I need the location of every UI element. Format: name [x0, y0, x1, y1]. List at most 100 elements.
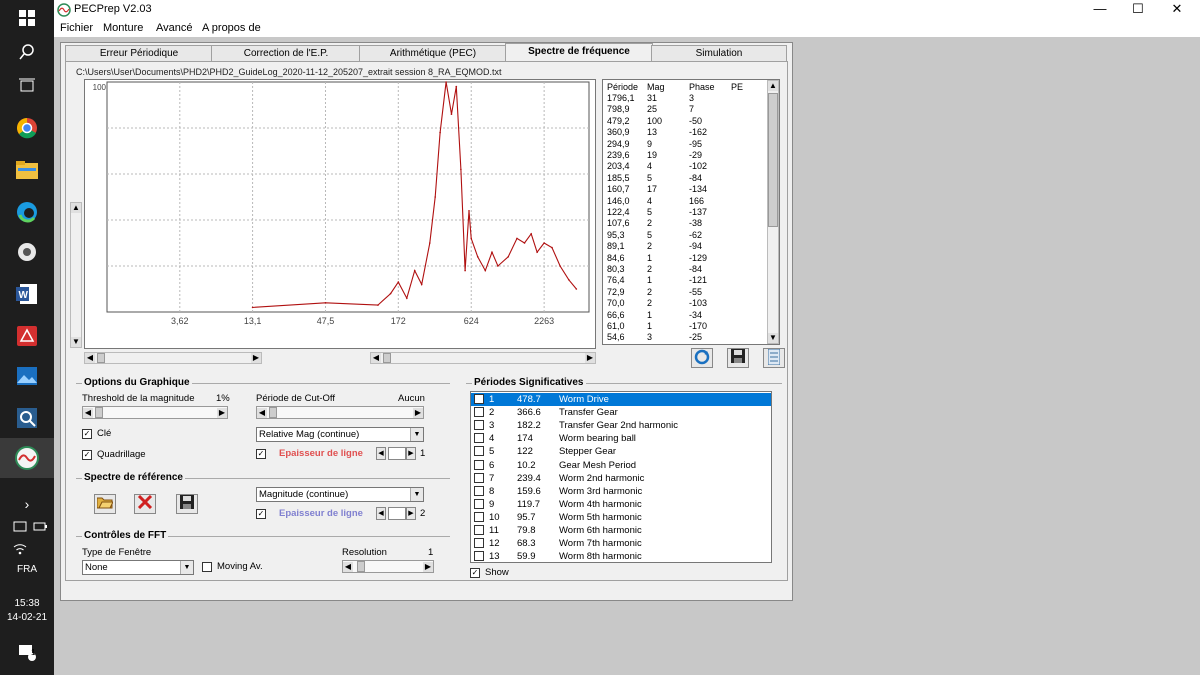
menu-a-propos[interactable]: A propos de	[202, 22, 261, 34]
moving-av-checkbox[interactable]	[202, 562, 212, 572]
word-icon[interactable]: W	[13, 280, 41, 308]
table-row[interactable]: 294,9 9 -95	[603, 139, 768, 151]
refresh-button[interactable]	[691, 348, 713, 368]
epaisseur-spin-thumb[interactable]	[388, 447, 406, 460]
threshold-slider[interactable]: ◀ ▶	[82, 406, 228, 419]
acrobat-icon[interactable]	[13, 322, 41, 350]
period-row[interactable]: 2 366.6 Transfer Gear	[471, 406, 771, 419]
table-row[interactable]: 360,9 13 -162	[603, 127, 768, 139]
period-checkbox[interactable]	[474, 538, 484, 549]
wifi-icon[interactable]	[6, 534, 34, 562]
scroll-right-icon[interactable]: ▶	[251, 353, 261, 363]
period-checkbox[interactable]	[474, 433, 484, 444]
search-icon[interactable]	[13, 38, 41, 66]
period-checkbox[interactable]	[474, 511, 484, 522]
period-row[interactable]: 5 122 Stepper Gear	[471, 445, 771, 458]
period-row[interactable]: 12 68.3 Worm 7th harmonic	[471, 537, 771, 550]
maximize-button[interactable]: ☐	[1118, 0, 1158, 20]
window-type-combo[interactable]: None ▼	[82, 560, 194, 575]
slider-thumb[interactable]	[95, 407, 103, 418]
scroll-up-icon[interactable]: ▲	[768, 81, 778, 91]
slider-thumb[interactable]	[357, 561, 365, 572]
chrome-icon[interactable]	[13, 114, 41, 142]
table-row[interactable]: 479,2 100 -50	[603, 116, 768, 128]
menu-avance[interactable]: Avancé	[156, 22, 193, 34]
epaisseur-checkbox[interactable]: ✓	[256, 449, 266, 459]
period-row[interactable]: 9 119.7 Worm 4th harmonic	[471, 498, 771, 511]
clock-time[interactable]: 15:38	[0, 598, 54, 609]
magnitude-combo[interactable]: Relative Mag (continue) ▼	[256, 427, 424, 442]
scroll-right-icon[interactable]: ▶	[423, 562, 433, 572]
notes-button[interactable]	[763, 348, 785, 368]
scroll-right-icon[interactable]: ▶	[585, 353, 595, 363]
cutoff-slider[interactable]: ◀ ▶	[256, 406, 424, 419]
ref-epaisseur-spin-left[interactable]: ◀	[376, 507, 386, 520]
scroll-up-icon[interactable]: ▲	[71, 203, 81, 213]
table-row[interactable]: 61,0 1 -170	[603, 321, 768, 333]
app-icon[interactable]	[13, 238, 41, 266]
close-button[interactable]: ✕	[1157, 0, 1197, 20]
table-row[interactable]: 70,0 2 -103	[603, 298, 768, 310]
open-ref-button[interactable]	[94, 494, 116, 514]
period-row[interactable]: 10 95.7 Worm 5th harmonic	[471, 511, 771, 524]
scroll-thumb[interactable]	[768, 93, 778, 227]
scroll-left-icon[interactable]: ◀	[83, 408, 93, 418]
scroll-thumb[interactable]	[383, 353, 391, 363]
epaisseur-spin-left[interactable]: ◀	[376, 447, 386, 460]
table-scrollbar[interactable]: ▲ ▼	[767, 80, 779, 344]
table-row[interactable]: 66,6 1 -34	[603, 310, 768, 322]
pecprep-icon[interactable]	[13, 444, 41, 472]
period-row[interactable]: 6 10.2 Gear Mesh Period	[471, 459, 771, 472]
ref-epaisseur-spin-thumb[interactable]	[388, 507, 406, 520]
tab-spectre-frequence[interactable]: Spectre de fréquence	[505, 43, 653, 61]
windows-start-icon[interactable]	[13, 4, 41, 32]
epaisseur-spin-right[interactable]: ▶	[406, 447, 416, 460]
scroll-left-icon[interactable]: ◀	[343, 562, 353, 572]
edge-icon[interactable]	[13, 198, 41, 226]
file-explorer-icon[interactable]	[13, 156, 41, 184]
tab-correction-ep[interactable]: Correction de l'E.P.	[211, 45, 361, 61]
ref-epaisseur-checkbox[interactable]: ✓	[256, 509, 266, 519]
period-checkbox[interactable]	[474, 459, 484, 470]
table-row[interactable]: 146,0 4 166	[603, 196, 768, 208]
table-row[interactable]: 798,9 25 7	[603, 104, 768, 116]
tab-erreur-periodique[interactable]: Erreur Périodique	[65, 45, 213, 61]
resolution-slider[interactable]: ◀ ▶	[342, 560, 434, 573]
table-row[interactable]: 54,6 3 -25	[603, 332, 768, 344]
table-row[interactable]: 95,3 5 -62	[603, 230, 768, 242]
plot-hscroll-right[interactable]: ◀ ▶	[370, 352, 596, 364]
period-checkbox[interactable]	[474, 551, 484, 562]
tab-simulation[interactable]: Simulation	[651, 45, 787, 61]
minimize-button[interactable]: —	[1080, 0, 1120, 20]
notification-icon[interactable]	[13, 638, 41, 666]
scroll-left-icon[interactable]: ◀	[257, 408, 267, 418]
clock-date[interactable]: 14-02-21	[0, 612, 54, 623]
period-row[interactable]: 7 239.4 Worm 2nd harmonic	[471, 472, 771, 485]
scroll-right-icon[interactable]: ▶	[217, 408, 227, 418]
period-row[interactable]: 4 174 Worm bearing ball	[471, 432, 771, 445]
table-row[interactable]: 89,1 2 -94	[603, 241, 768, 253]
scroll-down-icon[interactable]: ▼	[768, 333, 778, 343]
period-row[interactable]: 3 182.2 Transfer Gear 2nd harmonic	[471, 419, 771, 432]
period-row[interactable]: 8 159.6 Worm 3rd harmonic	[471, 485, 771, 498]
delete-ref-button[interactable]	[134, 494, 156, 514]
chevron-down-icon[interactable]: ▼	[410, 488, 423, 501]
chevron-down-icon[interactable]: ▼	[180, 561, 193, 574]
table-row[interactable]: 239,6 19 -29	[603, 150, 768, 162]
quadrillage-checkbox[interactable]: ✓	[82, 450, 92, 460]
plot-vertical-scrollbar[interactable]: ▲ ▼	[70, 202, 82, 348]
scroll-thumb[interactable]	[97, 353, 105, 363]
table-row[interactable]: 203,4 4 -102	[603, 161, 768, 173]
table-row[interactable]: 72,9 2 -55	[603, 287, 768, 299]
period-row[interactable]: 1 478.7 Worm Drive	[471, 393, 771, 406]
slider-thumb[interactable]	[269, 407, 277, 418]
table-row[interactable]: 1796,1 31 3	[603, 93, 768, 105]
task-view-icon[interactable]	[13, 72, 41, 100]
scroll-down-icon[interactable]: ▼	[71, 337, 81, 347]
table-row[interactable]: 160,7 17 -134	[603, 184, 768, 196]
period-checkbox[interactable]	[474, 394, 484, 404]
period-row[interactable]: 11 79.8 Worm 6th harmonic	[471, 524, 771, 537]
scroll-right-icon[interactable]: ▶	[413, 408, 423, 418]
table-row[interactable]: 122,4 5 -137	[603, 207, 768, 219]
period-checkbox[interactable]	[474, 472, 484, 483]
